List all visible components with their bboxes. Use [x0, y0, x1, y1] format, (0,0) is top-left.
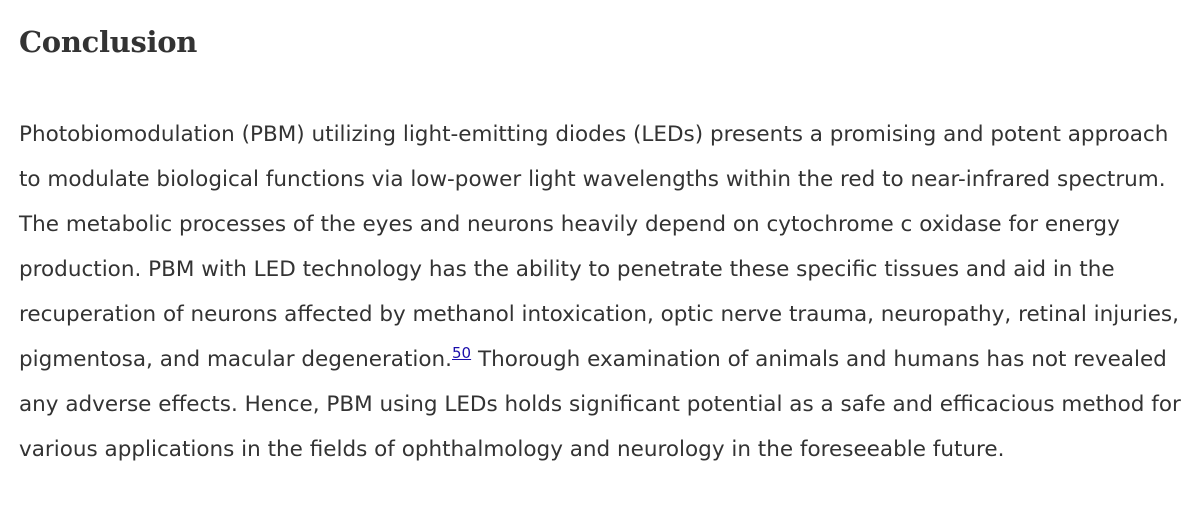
section-heading: Conclusion [19, 25, 198, 59]
reference-link-50[interactable]: 50 [452, 344, 471, 362]
paragraph-text-before-reference: Photobiomodulation (PBM) utilizing light… [19, 122, 1179, 372]
conclusion-paragraph: Photobiomodulation (PBM) utilizing light… [19, 112, 1189, 472]
conclusion-section: Conclusion Photobiomodulation (PBM) util… [0, 0, 1200, 509]
